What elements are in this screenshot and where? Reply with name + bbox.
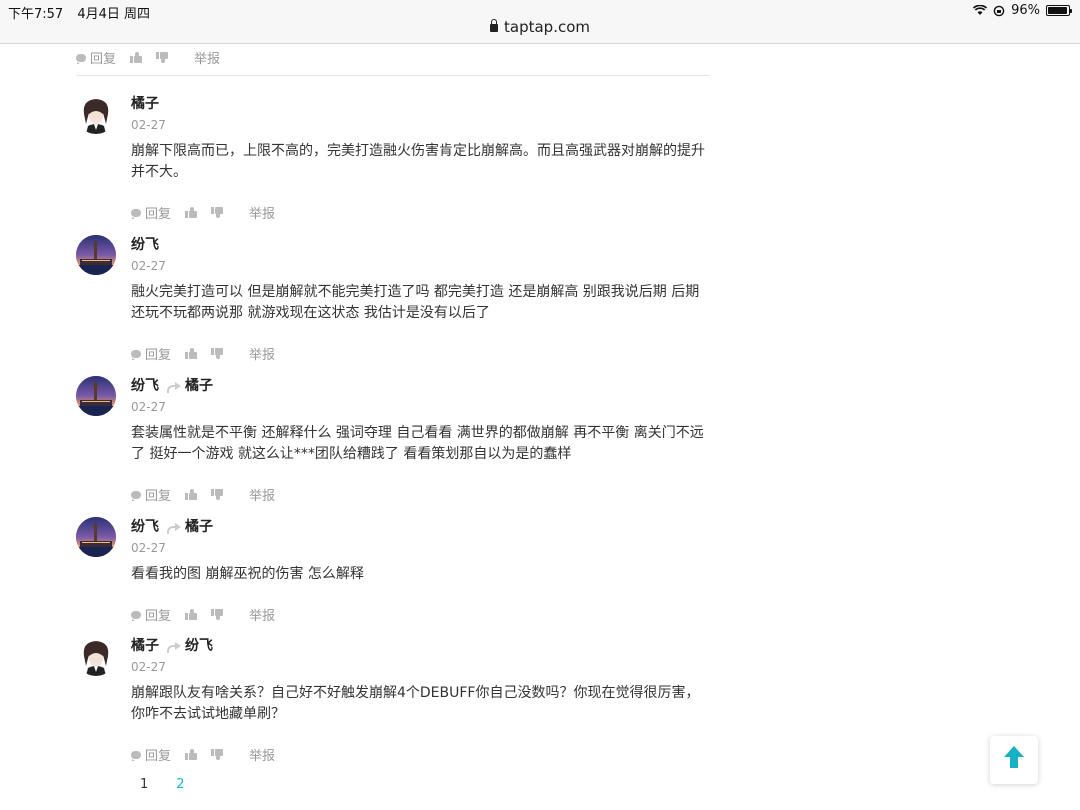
reply-to-name[interactable]: 橘子 bbox=[185, 517, 213, 537]
comment-actions: 回复 举报 bbox=[131, 745, 711, 764]
status-right: 96% bbox=[973, 3, 1072, 18]
browser-top-bar: 下午7:57 4月4日 周四 96% taptap.com bbox=[0, 0, 1080, 44]
chat-icon bbox=[131, 750, 141, 761]
thumbs-up-icon bbox=[185, 609, 198, 620]
thumbs-up-icon bbox=[185, 749, 198, 760]
reply-button[interactable]: 回复 bbox=[131, 485, 171, 504]
reply-label: 回复 bbox=[145, 207, 172, 222]
thumbs-up-icon bbox=[130, 52, 143, 63]
reply-button[interactable]: 回复 bbox=[131, 344, 171, 363]
like-button[interactable] bbox=[185, 348, 198, 359]
reply-label: 回复 bbox=[145, 348, 172, 363]
reply-arrow-icon bbox=[167, 641, 181, 653]
report-button[interactable]: 举报 bbox=[249, 485, 275, 504]
comment-date: 02-27 bbox=[131, 118, 166, 132]
reply-button[interactable]: 回复 bbox=[76, 48, 116, 67]
chat-icon bbox=[131, 610, 141, 621]
reply-label: 回复 bbox=[145, 489, 172, 504]
comment-list: 回复 举报 橘子 02-27 崩解下限高而已，上限不高的，完美打造融火伤害肯定比… bbox=[0, 44, 1080, 810]
reply-label: 回复 bbox=[145, 609, 172, 624]
like-button[interactable] bbox=[185, 609, 198, 620]
like-button[interactable] bbox=[130, 52, 143, 63]
pagination: 1 2 bbox=[140, 777, 185, 792]
report-button[interactable]: 举报 bbox=[194, 48, 220, 67]
comment-text: 崩解下限高而已，上限不高的，完美打造融火伤害肯定比崩解高。而且高强武器对崩解的提… bbox=[131, 143, 705, 180]
reply-to-name[interactable]: 纷飞 bbox=[185, 636, 213, 656]
reply-arrow-icon bbox=[167, 522, 181, 534]
dislike-button[interactable] bbox=[211, 609, 224, 620]
url-text: taptap.com bbox=[504, 18, 590, 36]
avatar[interactable] bbox=[76, 636, 116, 676]
thumbs-up-icon bbox=[185, 348, 198, 359]
lock-icon bbox=[490, 19, 498, 32]
comment-date: 02-27 bbox=[131, 660, 166, 674]
like-button[interactable] bbox=[185, 749, 198, 760]
author-name[interactable]: 纷飞 bbox=[131, 517, 159, 537]
comment-actions: 回复 举报 bbox=[131, 344, 711, 363]
author-name[interactable]: 纷飞 bbox=[131, 376, 159, 396]
report-button[interactable]: 举报 bbox=[249, 605, 275, 624]
dislike-button[interactable] bbox=[211, 749, 224, 760]
reply-button[interactable]: 回复 bbox=[131, 745, 171, 764]
chat-icon bbox=[131, 490, 141, 501]
avatar[interactable] bbox=[76, 376, 116, 416]
reply-button[interactable]: 回复 bbox=[131, 203, 171, 222]
avatar[interactable] bbox=[76, 235, 116, 275]
reply-arrow-icon bbox=[167, 381, 181, 393]
comment-text: 崩解跟队友有啥关系？自己好不好触发崩解4个DEBUFF你自己没数吗？你现在觉得很… bbox=[131, 685, 700, 722]
reply-label: 回复 bbox=[145, 749, 172, 764]
wifi-icon bbox=[973, 5, 988, 15]
comment-date: 02-27 bbox=[131, 400, 166, 414]
author-name[interactable]: 纷飞 bbox=[131, 235, 159, 255]
battery-icon bbox=[1046, 5, 1072, 16]
chat-icon bbox=[131, 349, 141, 360]
chat-icon bbox=[76, 53, 86, 64]
dislike-button[interactable] bbox=[156, 52, 169, 63]
comment-text: 看看我的图 崩解巫祝的伤害 怎么解释 bbox=[131, 566, 364, 582]
author-name[interactable]: 橘子 bbox=[131, 636, 159, 656]
like-button[interactable] bbox=[185, 207, 198, 218]
avatar[interactable] bbox=[76, 94, 116, 134]
author-name[interactable]: 橘子 bbox=[131, 94, 159, 114]
comment-text: 套装属性就是不平衡 还解释什么 强词夺理 自己看看 满世界的都做崩解 再不平衡 … bbox=[131, 425, 704, 462]
page-2[interactable]: 2 bbox=[176, 777, 184, 792]
address-bar[interactable]: taptap.com bbox=[0, 18, 1080, 36]
report-button[interactable]: 举报 bbox=[249, 745, 275, 764]
thumbs-up-icon bbox=[185, 207, 198, 218]
reply-to-name[interactable]: 橘子 bbox=[185, 376, 213, 396]
dislike-button[interactable] bbox=[211, 348, 224, 359]
page-1[interactable]: 1 bbox=[140, 777, 148, 792]
dislike-button[interactable] bbox=[211, 489, 224, 500]
thumbs-down-icon bbox=[211, 749, 224, 760]
thumbs-down-icon bbox=[156, 52, 169, 63]
reply-button[interactable]: 回复 bbox=[131, 605, 171, 624]
comment-date: 02-27 bbox=[131, 259, 166, 273]
rotation-lock-icon bbox=[993, 5, 1005, 16]
battery-percent: 96% bbox=[1011, 3, 1040, 18]
report-button[interactable]: 举报 bbox=[249, 203, 275, 222]
comment-actions: 回复 举报 bbox=[131, 485, 711, 504]
thumbs-down-icon bbox=[211, 348, 224, 359]
thumbs-down-icon bbox=[211, 207, 224, 218]
report-button[interactable]: 举报 bbox=[249, 344, 275, 363]
comment-actions: 回复 举报 bbox=[131, 605, 711, 624]
chat-icon bbox=[131, 208, 141, 219]
thumbs-up-icon bbox=[185, 489, 198, 500]
divider bbox=[76, 75, 710, 76]
thumbs-down-icon bbox=[211, 609, 224, 620]
comment-text: 融火完美打造可以 但是崩解就不能完美打造了吗 都完美打造 还是崩解高 别跟我说后… bbox=[131, 284, 700, 321]
dislike-button[interactable] bbox=[211, 207, 224, 218]
avatar[interactable] bbox=[76, 517, 116, 557]
comment-actions: 回复 举报 bbox=[131, 203, 711, 222]
like-button[interactable] bbox=[185, 489, 198, 500]
comment-date: 02-27 bbox=[131, 541, 166, 555]
thumbs-down-icon bbox=[211, 489, 224, 500]
reply-label: 回复 bbox=[90, 52, 117, 67]
back-to-top-button[interactable] bbox=[990, 736, 1038, 784]
comment-actions: 回复 举报 bbox=[76, 48, 234, 67]
